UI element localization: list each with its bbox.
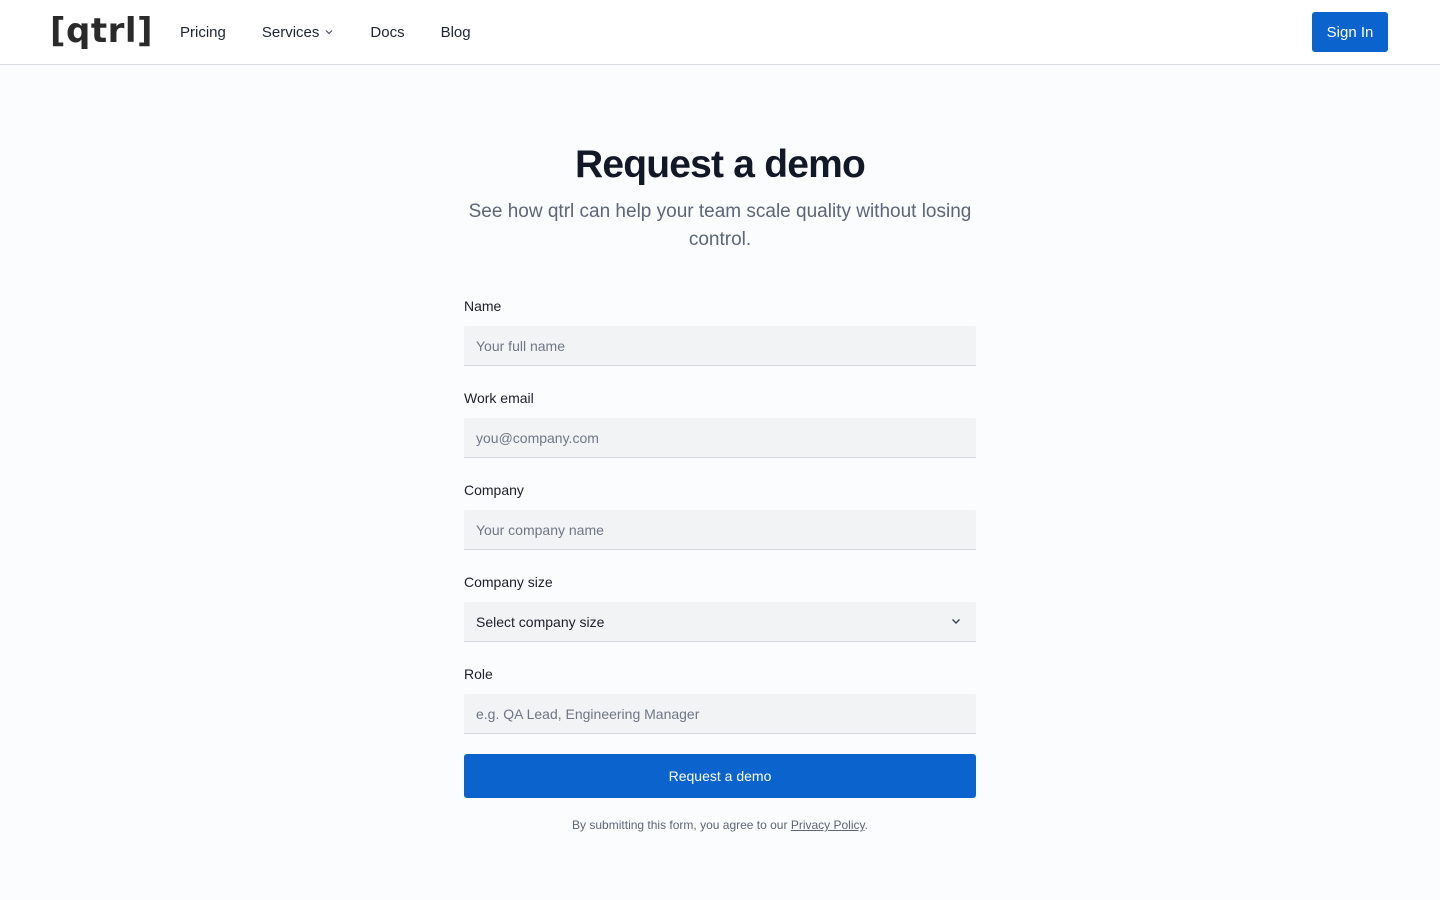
nav-item-docs[interactable]: Docs (370, 24, 404, 41)
privacy-notice-suffix: . (864, 818, 868, 832)
company-input[interactable] (464, 510, 976, 550)
role-label: Role (464, 666, 493, 682)
page-subtitle: See how qtrl can help your team scale qu… (468, 201, 972, 250)
nav-item-label: Pricing (180, 23, 226, 41)
chevron-down-icon (950, 615, 962, 627)
nav-item-label: Services (261, 23, 320, 41)
demo-request-form: Name Work email Company Company size Sel… (464, 297, 976, 832)
company-field-group: Company (464, 481, 976, 550)
sign-in-button[interactable]: Sign In (1312, 12, 1388, 52)
qtrl-logo[interactable]: [qtrl] (50, 10, 153, 52)
nav-item-label: Docs (370, 23, 405, 41)
name-label: Name (464, 298, 502, 314)
privacy-policy-link[interactable]: Privacy Policy (791, 818, 865, 832)
company-size-field-group: Company size Select company size (464, 573, 976, 642)
role-field-group: Role (464, 665, 976, 734)
page-title: Request a demo (574, 143, 866, 186)
name-field-group: Name (464, 297, 976, 366)
request-demo-button[interactable]: Request a demo (464, 754, 976, 798)
chevron-down-icon (324, 27, 334, 37)
nav-item-services[interactable]: Services (262, 24, 335, 41)
main-nav: Pricing Services Docs Blog (180, 0, 507, 64)
email-field-group: Work email (464, 389, 976, 458)
company-size-label: Company size (464, 574, 553, 590)
email-input[interactable] (464, 418, 976, 458)
company-label: Company (464, 482, 524, 498)
nav-item-label: Blog (440, 23, 471, 41)
nav-item-pricing[interactable]: Pricing (180, 24, 226, 41)
company-size-select[interactable]: Select company size (464, 602, 976, 642)
nav-item-blog[interactable]: Blog (441, 24, 471, 41)
top-navbar: [qtrl] Pricing Services Docs Blog Sign I… (0, 0, 1440, 65)
privacy-notice-text: By submitting this form, you agree to ou… (572, 818, 791, 832)
email-label: Work email (464, 390, 534, 406)
company-size-value: Select company size (476, 613, 605, 630)
name-input[interactable] (464, 326, 976, 366)
privacy-notice: By submitting this form, you agree to ou… (464, 818, 976, 832)
role-input[interactable] (464, 694, 976, 734)
